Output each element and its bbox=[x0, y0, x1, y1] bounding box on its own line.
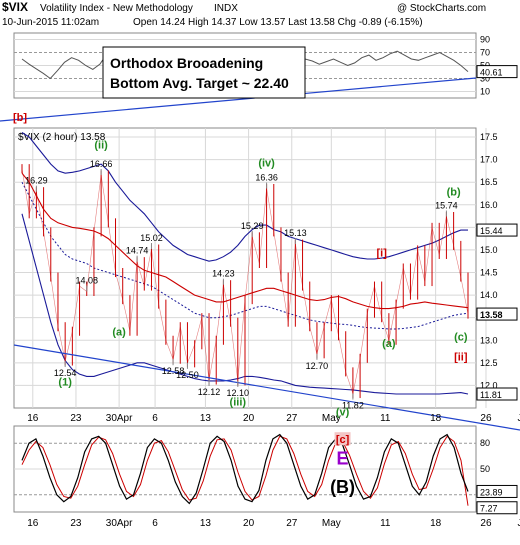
price-label: 14.08 bbox=[75, 275, 98, 285]
price-tick-label: 14.5 bbox=[480, 268, 498, 278]
price-label: 14.23 bbox=[212, 269, 235, 279]
rsi-last-label: 40.61 bbox=[480, 68, 503, 78]
chart-exchange: INDX bbox=[214, 3, 238, 14]
wave-label: [b] bbox=[13, 112, 27, 124]
chart-name: Volatility Index - New Methodology bbox=[40, 3, 193, 14]
wave-label: (iii) bbox=[230, 397, 247, 409]
price-x-label: 6 bbox=[152, 413, 158, 424]
wave-label: (a) bbox=[382, 338, 396, 350]
stoch-x-label: 16 bbox=[27, 518, 39, 529]
price-tick-label: 12.5 bbox=[480, 358, 498, 368]
price-label: 15.74 bbox=[435, 201, 458, 211]
price-label: 12.12 bbox=[198, 387, 221, 397]
price-x-label: 26 bbox=[480, 413, 492, 424]
wave-label: (1) bbox=[58, 376, 72, 388]
price-label: 15.02 bbox=[140, 233, 163, 243]
stoch-x-label: May bbox=[322, 518, 341, 529]
annotation-line-2: Bottom Avg. Target ~ 22.40 bbox=[110, 75, 289, 91]
wave-label: (b) bbox=[447, 187, 461, 199]
vix-chart: $VIX Volatility Index - New Methodology … bbox=[0, 0, 520, 540]
stoch-last-label: 23.89 bbox=[480, 487, 503, 497]
stoch-x-label: 11 bbox=[380, 518, 391, 529]
price-label: 16.66 bbox=[90, 159, 113, 169]
stoch-x-label: 26 bbox=[480, 518, 492, 529]
rsi-tick-label: 90 bbox=[480, 35, 490, 45]
stochastic-panel: 20 50 80 23.89 7.27 (v) [c] E (B) 16 23 30Apr 6 13 20 2… bbox=[13, 407, 520, 529]
stoch-x-label: 30Apr bbox=[106, 518, 133, 529]
stoch-wave-label: (B) bbox=[330, 477, 355, 497]
wave-label: (a) bbox=[112, 327, 126, 339]
price-panel-title: $VIX (2 hour) 13.58 bbox=[18, 132, 106, 143]
price-panel: 12.012.513.013.514.014.515.015.516.016.5… bbox=[0, 77, 520, 431]
stoch-x-label: 20 bbox=[243, 518, 255, 529]
price-x-label: 30Apr bbox=[106, 413, 133, 424]
stoch-x-label: 23 bbox=[70, 518, 82, 529]
price-x-label: 11 bbox=[380, 413, 391, 424]
wave-label: (c) bbox=[454, 331, 468, 343]
price-x-label: 27 bbox=[286, 413, 298, 424]
price-label: 15.13 bbox=[284, 228, 307, 238]
chart-copyright: @ StockCharts.com bbox=[397, 3, 486, 14]
price-tick-label: 15.0 bbox=[480, 245, 498, 255]
rsi-tick-label: 70 bbox=[480, 48, 490, 58]
price-tick-label: 17.5 bbox=[480, 132, 498, 142]
price-label: 12.50 bbox=[176, 370, 199, 380]
stoch-wave-label: [c] bbox=[336, 434, 350, 446]
price-label: 12.70 bbox=[306, 361, 329, 371]
stoch-signal-label: 7.27 bbox=[480, 504, 498, 514]
price-x-label: 20 bbox=[243, 413, 255, 424]
price-tick-label: 13.0 bbox=[480, 335, 498, 345]
value-tag: 13.58 bbox=[480, 310, 503, 320]
chart-symbol: $VIX bbox=[2, 0, 28, 14]
price-x-label: 16 bbox=[27, 413, 39, 424]
stoch-wave-label: (v) bbox=[336, 407, 350, 419]
price-label: 16.36 bbox=[255, 173, 278, 183]
stoch-x-label: 13 bbox=[200, 518, 212, 529]
chart-canvas: $VIX Volatility Index - New Methodology … bbox=[0, 0, 520, 529]
stoch-x-label: 27 bbox=[286, 518, 298, 529]
stoch-wave-label: E bbox=[337, 449, 349, 469]
price-label: 14.74 bbox=[126, 246, 149, 256]
price-label: 16.29 bbox=[25, 176, 48, 186]
wave-label: (iv) bbox=[258, 157, 275, 169]
price-tick-label: 17.0 bbox=[480, 155, 498, 165]
wave-label: (ii) bbox=[94, 139, 108, 151]
value-tag: 11.81 bbox=[480, 390, 502, 400]
price-tick-label: 16.5 bbox=[480, 177, 498, 187]
price-label: 15.29 bbox=[241, 221, 264, 231]
stoch-x-label: 6 bbox=[152, 518, 158, 529]
stoch-tick-label: 80 bbox=[480, 438, 490, 448]
price-tick-label: 16.0 bbox=[480, 200, 498, 210]
price-x-label: 23 bbox=[70, 413, 82, 424]
wave-label: [ii] bbox=[454, 352, 468, 364]
rsi-tick-label: 10 bbox=[480, 87, 490, 97]
annotation-line-1: Orthodox Brooadening bbox=[110, 55, 263, 71]
price-x-label: 13 bbox=[200, 413, 212, 424]
wave-label: [i] bbox=[376, 248, 387, 260]
chart-datetime: 10-Jun-2015 11:02am bbox=[2, 17, 99, 28]
price-tick-label: 14.0 bbox=[480, 290, 498, 300]
value-tag: 15.44 bbox=[480, 226, 503, 236]
stoch-tick-label: 50 bbox=[480, 464, 490, 474]
stoch-x-label: 18 bbox=[430, 518, 442, 529]
chart-quote: Open 14.24 High 14.37 Low 13.57 Last 13.… bbox=[133, 17, 423, 28]
price-x-label: 18 bbox=[430, 413, 442, 424]
